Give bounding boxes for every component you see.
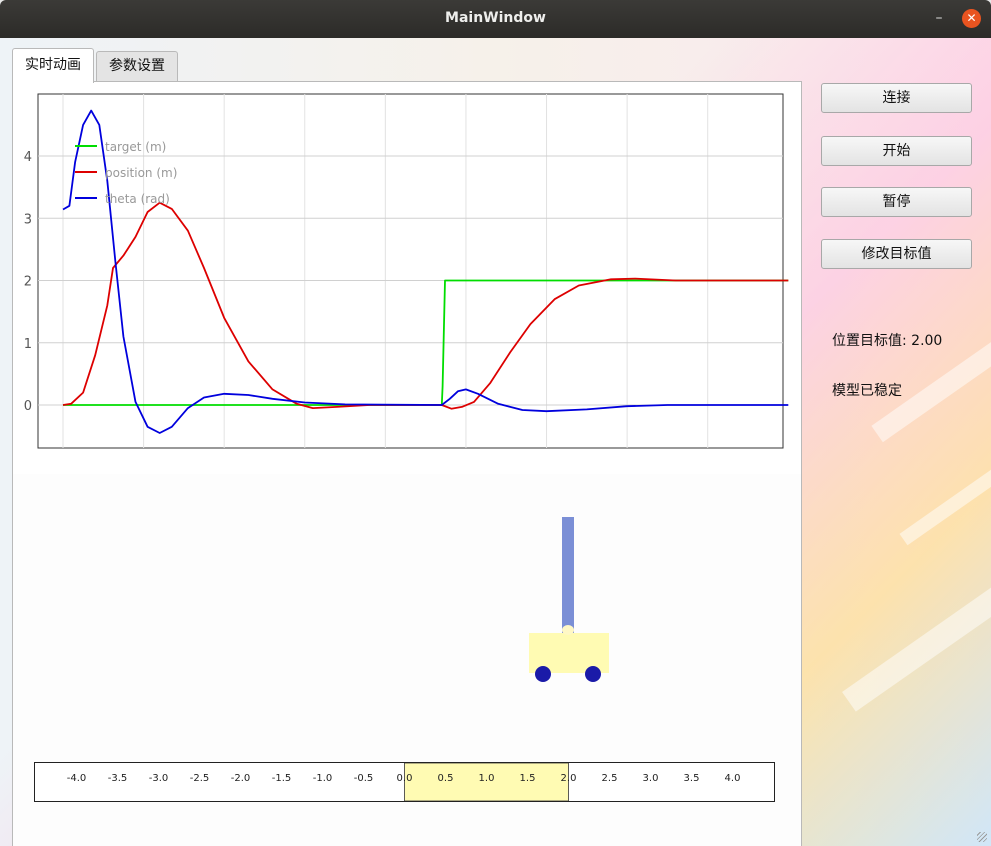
- ruler-tick-label: 4.0: [725, 773, 741, 784]
- ruler-tick-label: -4.0: [67, 773, 87, 784]
- y-tick-label: 3: [24, 212, 32, 227]
- start-button[interactable]: 开始: [821, 136, 972, 166]
- ruler-tick-label: 0.5: [438, 773, 454, 784]
- tab-panel: 0 1 2 3 4 target (m) position (m) theta (rad) -…: [12, 81, 802, 846]
- ruler-tick-label: 2.0: [561, 773, 577, 784]
- ruler-tick-label: 3.0: [643, 773, 659, 784]
- ruler-tick-label: 0.0: [397, 773, 413, 784]
- ruler-tick-label: 3.5: [684, 773, 700, 784]
- ruler-tick-label: 1.5: [520, 773, 536, 784]
- y-tick-label: 0: [24, 399, 32, 414]
- plot-area: 0 1 2 3 4 target (m) position (m) theta (rad): [13, 82, 801, 474]
- connect-button[interactable]: 连接: [821, 83, 972, 113]
- ruler-tick-label: -3.5: [108, 773, 128, 784]
- legend-label-0: target (m): [105, 140, 166, 154]
- ruler-scale: -4.0 -3.5 -3.0 -2.5 -2.0 -1.5 -1.0 -0.5 0.0 0.5 1.…: [67, 763, 741, 801]
- pendulum-pivot: [562, 625, 574, 635]
- minimize-icon[interactable]: –: [930, 8, 948, 28]
- ruler-tick-label: -2.5: [190, 773, 210, 784]
- title-bar: MainWindow – ✕: [0, 0, 991, 38]
- pendulum-pole: [562, 517, 574, 633]
- target-value-label: 位置目标值: 2.00: [832, 333, 943, 349]
- position-ruler: -4.0 -3.5 -3.0 -2.5 -2.0 -1.5 -1.0 -0.5 0.0 0.5 1.…: [34, 762, 775, 802]
- y-tick-label: 4: [24, 150, 32, 165]
- ruler-tick-label: -0.5: [354, 773, 374, 784]
- tab-realtime-animation[interactable]: 实时动画: [12, 48, 94, 83]
- ruler-tick-label: -1.5: [272, 773, 292, 784]
- ruler-tick-label: -3.0: [149, 773, 169, 784]
- cart-wheel-left: [535, 666, 551, 682]
- resize-grip[interactable]: [977, 832, 987, 842]
- model-status-label: 模型已稳定: [832, 383, 902, 399]
- modify-target-button[interactable]: 修改目标值: [821, 239, 972, 269]
- window-title: MainWindow: [445, 10, 546, 26]
- tab-parameter-settings[interactable]: 参数设置: [96, 51, 178, 81]
- legend-label-1: position (m): [105, 166, 177, 180]
- ruler-tick-label: -1.0: [313, 773, 333, 784]
- cart-wheel-right: [585, 666, 601, 682]
- y-tick-label: 1: [24, 337, 32, 352]
- close-icon[interactable]: ✕: [962, 9, 981, 28]
- y-tick-label: 2: [24, 275, 32, 290]
- realtime-chart: 0 1 2 3 4 target (m) position (m) theta (rad): [24, 93, 789, 449]
- pause-button[interactable]: 暂停: [821, 187, 972, 217]
- ruler-tick-label: -2.0: [231, 773, 251, 784]
- ruler-tick-label: 1.0: [479, 773, 495, 784]
- ruler-tick-label: 2.5: [602, 773, 618, 784]
- client-area: 实时动画 参数设置 0 1 2 3 4 target (m) position (m) the…: [0, 38, 991, 846]
- legend-label-2: theta (rad): [105, 192, 170, 206]
